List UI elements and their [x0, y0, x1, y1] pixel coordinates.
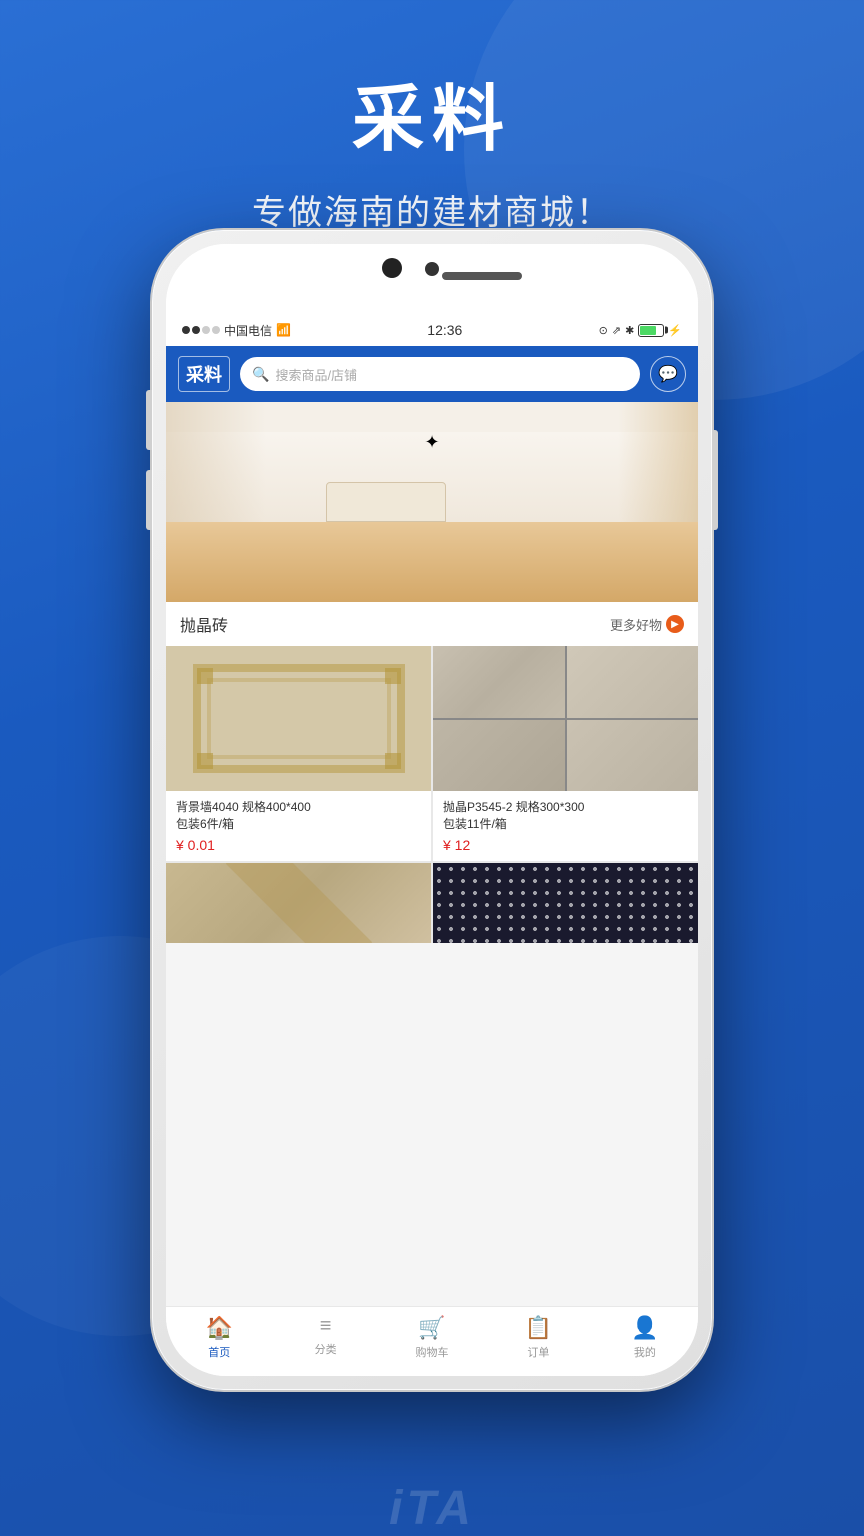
product-price-2: ¥ 12 [443, 837, 688, 853]
nav-home-label: 首页 [208, 1344, 230, 1360]
search-placeholder: 搜索商品/店铺 [275, 365, 357, 384]
product-card-3[interactable] [166, 863, 431, 943]
product-image-1 [166, 646, 431, 791]
app-logo: 采料 [178, 356, 230, 392]
nav-category-label: 分类 [315, 1341, 337, 1357]
more-arrow-icon: ▶ [666, 615, 684, 633]
product-image-3 [166, 863, 431, 943]
bottom-navigation: 🏠 首页 ≡ 分类 🛒 购物车 📋 订单 [166, 1306, 698, 1376]
category-icon: ≡ [320, 1315, 332, 1338]
app-subtitle: 专做海南的建材商城！ [0, 185, 864, 234]
cart-icon: 🛒 [418, 1315, 445, 1341]
search-box[interactable]: 🔍 搜索商品/店铺 [240, 357, 640, 391]
product-grid: 背景墙4040 规格400*400包装6件/箱 ¥ 0.01 [166, 646, 698, 943]
status-time: 12:36 [427, 322, 462, 338]
wifi-icon: 📶 [276, 323, 291, 337]
carrier-text: 中国电信 [224, 322, 272, 339]
nav-cart-label: 购物车 [416, 1344, 449, 1360]
product-image-4 [433, 863, 698, 943]
more-text: 更多好物 [610, 615, 662, 634]
product-image-2 [433, 646, 698, 791]
camera-dot [425, 262, 439, 276]
product-name-2: 抛晶P3545-2 规格300*300包装11件/箱 [443, 799, 688, 833]
front-camera [382, 258, 402, 278]
search-icon: 🔍 [252, 366, 269, 383]
nav-profile[interactable]: 👤 我的 [592, 1315, 698, 1360]
section-title: 抛晶砖 [180, 612, 228, 636]
product-card-1[interactable]: 背景墙4040 规格400*400包装6件/箱 ¥ 0.01 [166, 646, 431, 861]
ita-watermark: iTA [389, 1481, 475, 1536]
nav-home[interactable]: 🏠 首页 [166, 1315, 272, 1360]
battery-indicator [638, 324, 664, 337]
nav-cart[interactable]: 🛒 购物车 [379, 1315, 485, 1360]
banner-image[interactable]: ✦ [166, 402, 698, 602]
status-bar: 中国电信 📶 12:36 ⊙ ⇗ ✱ ⚡ [166, 314, 698, 346]
more-link[interactable]: 更多好物 ▶ [610, 615, 684, 634]
product-card-2[interactable]: 抛晶P3545-2 规格300*300包装11件/箱 ¥ 12 [433, 646, 698, 861]
nav-orders[interactable]: 📋 订单 [485, 1315, 591, 1360]
product-card-4[interactable] [433, 863, 698, 943]
phone-mockup: 中国电信 📶 12:36 ⊙ ⇗ ✱ ⚡ [152, 230, 712, 1390]
home-icon: 🏠 [206, 1315, 233, 1341]
section-header: 抛晶砖 更多好物 ▶ [166, 602, 698, 646]
screen: 中国电信 📶 12:36 ⊙ ⇗ ✱ ⚡ [166, 314, 698, 1376]
product-price-1: ¥ 0.01 [176, 837, 421, 853]
nav-category[interactable]: ≡ 分类 [272, 1315, 378, 1357]
speaker [442, 272, 522, 280]
orders-icon: 📋 [525, 1315, 552, 1341]
nav-orders-label: 订单 [527, 1344, 549, 1360]
message-icon[interactable]: 💬 [650, 356, 686, 392]
profile-icon: 👤 [631, 1315, 658, 1341]
nav-profile-label: 我的 [634, 1344, 656, 1360]
app-header: 采料 🔍 搜索商品/店铺 💬 [166, 346, 698, 402]
product-name-1: 背景墙4040 规格400*400包装6件/箱 [176, 799, 421, 833]
